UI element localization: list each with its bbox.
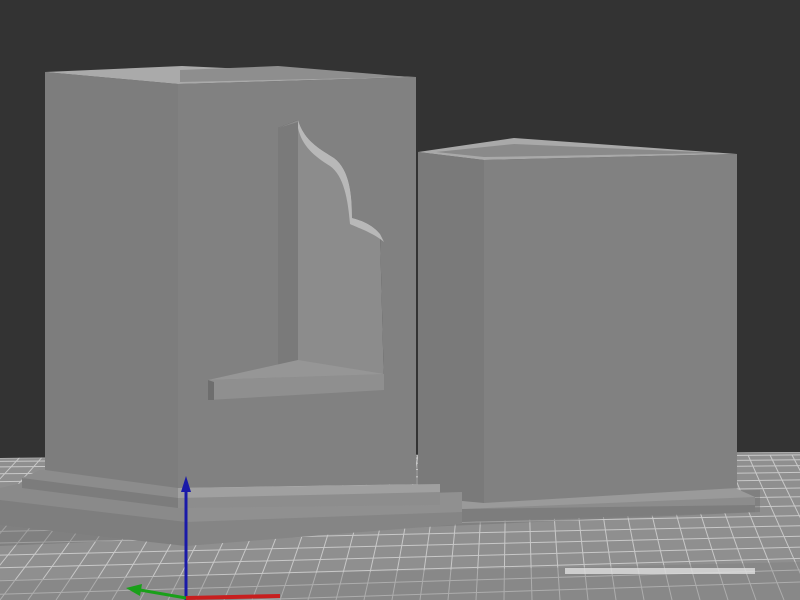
right-plain-box[interactable] bbox=[418, 138, 755, 522]
x-axis bbox=[185, 594, 281, 600]
3d-viewport[interactable] bbox=[0, 0, 800, 600]
left-box-with-arched-niche[interactable] bbox=[0, 66, 462, 546]
